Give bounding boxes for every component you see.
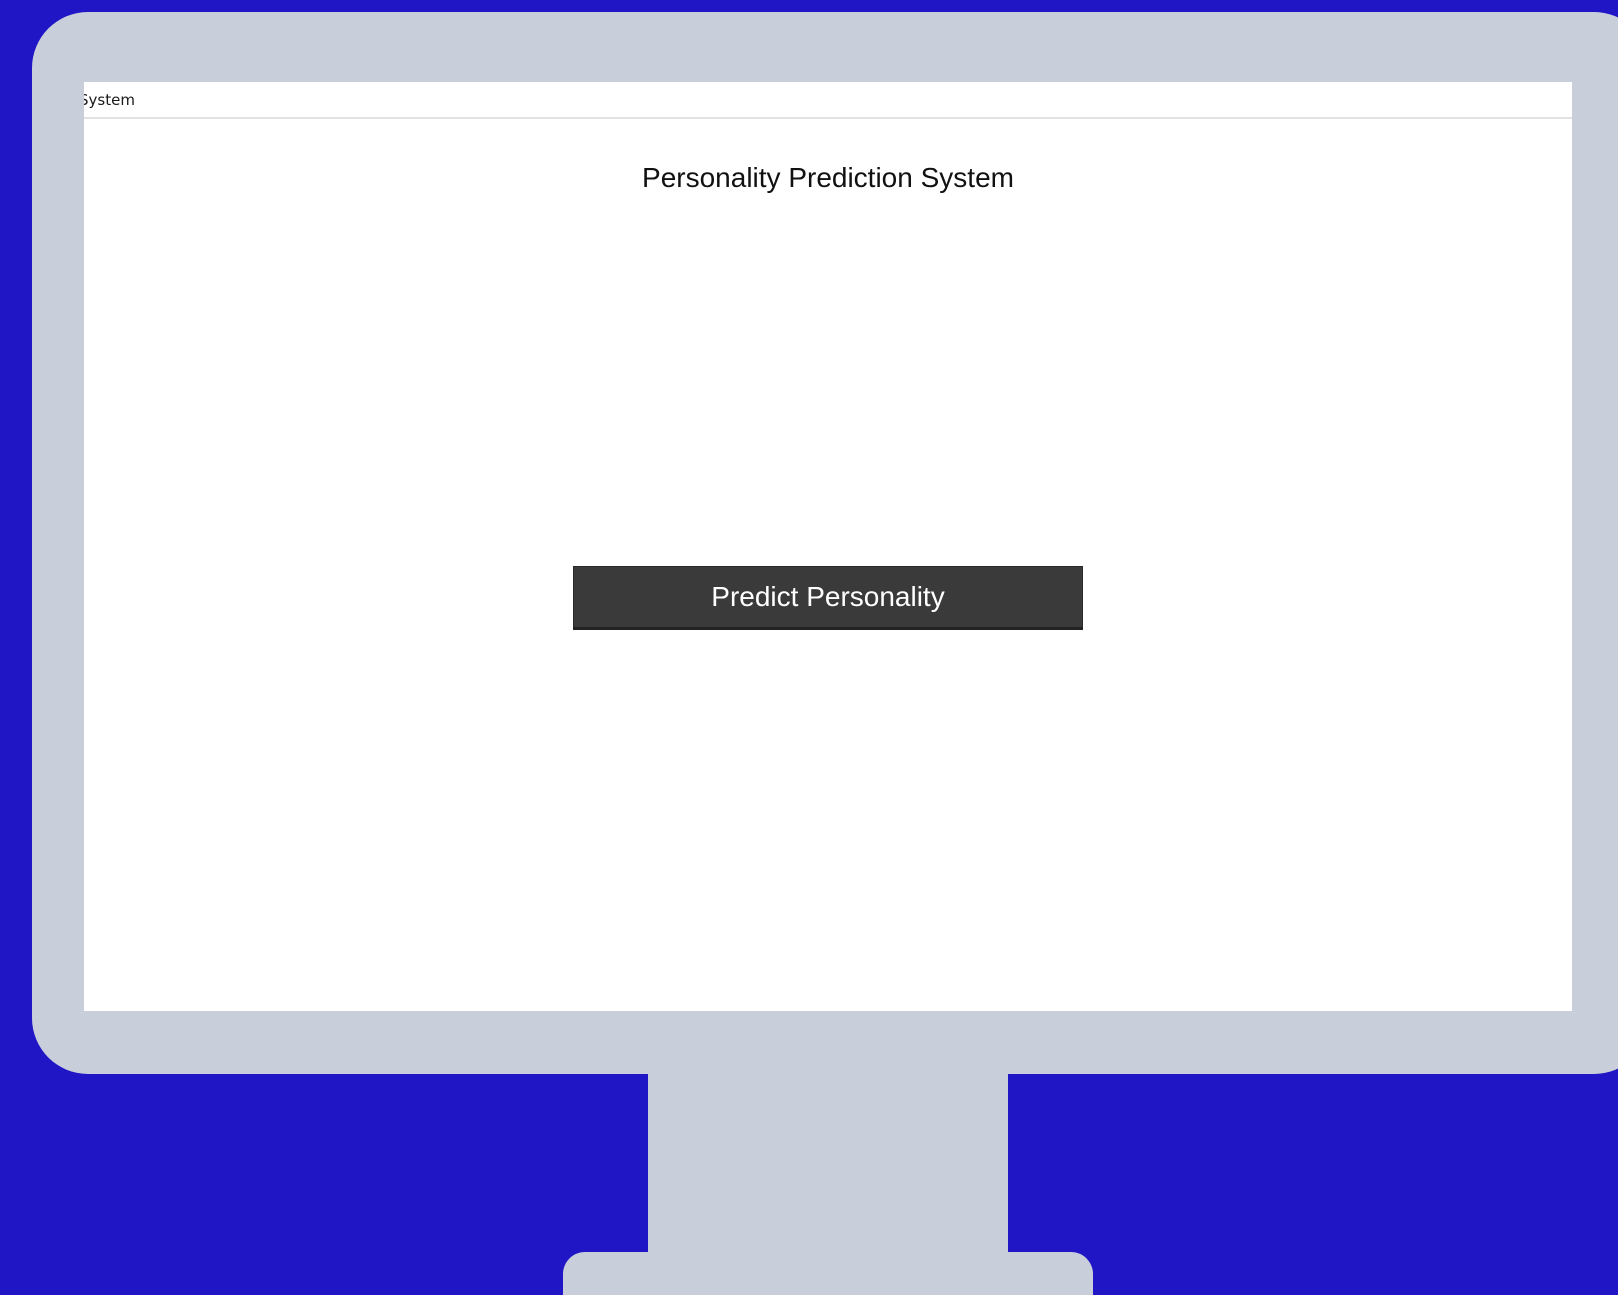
window-titlebar[interactable]: System (84, 82, 1572, 119)
app-window: System Personality Prediction System Pre… (84, 82, 1572, 1011)
window-title: System (84, 91, 135, 109)
page-title: Personality Prediction System (642, 162, 1014, 193)
monitor-base (563, 1252, 1093, 1295)
monitor-neck (648, 1074, 1008, 1254)
predict-personality-button[interactable]: Predict Personality (573, 566, 1083, 630)
